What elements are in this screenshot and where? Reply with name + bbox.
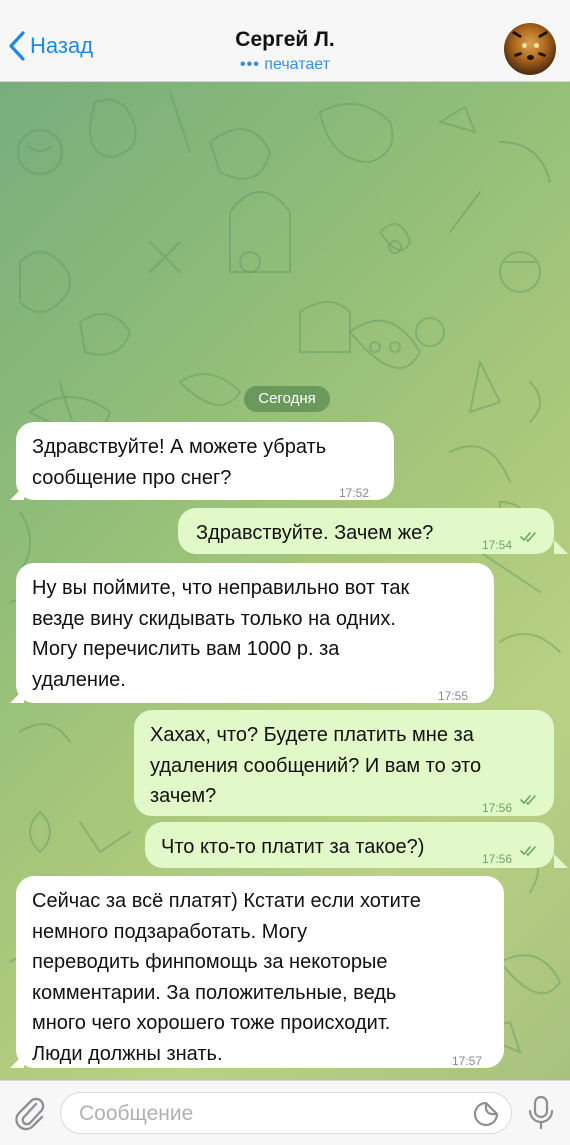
typing-dots: •••	[240, 56, 260, 73]
message-text-line: комментарии. За положительные, ведь	[32, 981, 397, 1004]
message-input-bar	[0, 1080, 570, 1145]
chat-header: Назад Сергей Л. ••• печатает	[0, 0, 570, 82]
message-outgoing[interactable]: Хахах, что? Будете платить мне за удален…	[134, 710, 554, 816]
contact-name[interactable]: Сергей Л.	[0, 28, 570, 52]
message-text-line: Могу перечислить вам 1000 р. за	[32, 638, 340, 660]
message-field	[60, 1092, 512, 1135]
message-incoming[interactable]: Ну вы поймите, что неправильно вот так в…	[16, 563, 494, 703]
double-check-icon	[520, 795, 536, 805]
typing-status-text: печатает	[264, 56, 330, 73]
message-text-line: переводить финпомощь за некоторые	[32, 951, 388, 973]
message-time: 17:52	[339, 486, 370, 500]
message-text-line: много чего хорошего тоже происходит.	[32, 1012, 391, 1034]
message-text-line: везде вину скидывать только на одних.	[32, 607, 396, 630]
message-text-line: Ну вы поймите, что неправильно вот так	[32, 577, 410, 599]
message-incoming[interactable]: Здравствуйте! А можете убрать сообщение …	[16, 422, 394, 500]
microphone-button[interactable]	[526, 1095, 556, 1138]
message-input[interactable]	[77, 1093, 471, 1135]
message-text-line: удаление.	[32, 668, 126, 691]
message-time: 17:56	[482, 801, 513, 815]
date-separator: Сегодня	[244, 386, 330, 412]
message-text-line: Сейчас за всё платят) Кстати если хотите	[32, 890, 421, 912]
message-outgoing[interactable]: Что кто-то платит за такое?) 17:56	[145, 822, 554, 868]
sticker-icon	[473, 1101, 499, 1127]
message-text-line: удаления сообщений? И вам то это	[150, 754, 482, 777]
message-text-line: Здравствуйте! А можете убрать	[32, 436, 327, 458]
message-outgoing[interactable]: Здравствуйте. Зачем же? 17:54	[178, 508, 554, 554]
double-check-icon	[520, 532, 536, 542]
message-time: 17:55	[438, 689, 469, 703]
message-time: 17:56	[482, 852, 513, 866]
microphone-icon	[528, 1095, 554, 1130]
typing-status: ••• печатает	[0, 56, 570, 74]
chat-area[interactable]: Сегодня Здравствуйте! А можете убрать со…	[0, 82, 570, 1080]
double-check-icon	[520, 846, 536, 856]
message-text-line: Люди должны знать.	[32, 1042, 223, 1065]
message-text-line: немного подзаработать. Могу	[32, 920, 308, 943]
avatar[interactable]	[504, 23, 556, 75]
sticker-button[interactable]	[473, 1101, 499, 1132]
attach-button[interactable]	[14, 1095, 46, 1136]
message-text-line: сообщение про снег?	[32, 466, 232, 489]
message-time: 17:57	[452, 1054, 483, 1068]
paperclip-icon	[15, 1097, 45, 1131]
message-time: 17:54	[482, 538, 513, 552]
message-text-line: Хахах, что? Будете платить мне за	[150, 724, 474, 746]
message-incoming[interactable]: Сейчас за всё платят) Кстати если хотите…	[16, 876, 504, 1068]
